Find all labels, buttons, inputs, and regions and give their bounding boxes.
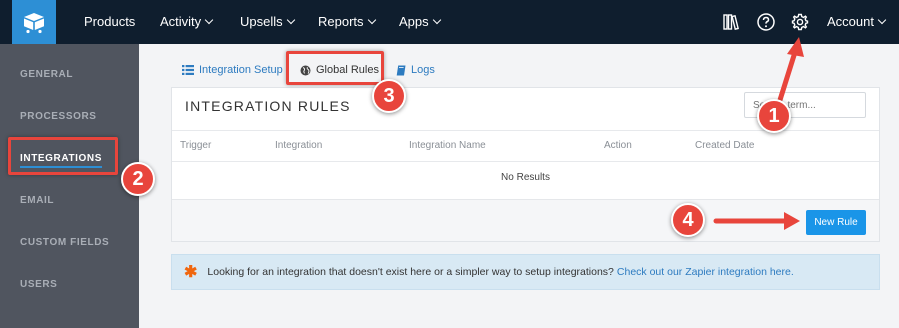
gear-icon[interactable]	[790, 12, 810, 32]
library-icon[interactable]	[722, 12, 742, 32]
help-icon[interactable]	[756, 12, 776, 32]
chevron-down-icon	[367, 15, 376, 25]
table-divider	[172, 161, 879, 162]
nav-apps[interactable]: Apps	[399, 0, 441, 44]
highlight-global-rules	[286, 51, 384, 85]
nav-reports[interactable]: Reports	[318, 0, 376, 44]
column-header-created-date[interactable]: Created Date	[695, 140, 754, 151]
column-header-trigger[interactable]: Trigger	[180, 140, 211, 151]
column-header-integration[interactable]: Integration	[275, 140, 322, 151]
chevron-down-icon	[286, 15, 295, 25]
zapier-info-banner: ✱ Looking for an integration that doesn'…	[171, 254, 880, 290]
annotation-badge-1: 1	[757, 99, 791, 133]
chevron-down-icon	[204, 15, 214, 25]
zapier-icon: ✱	[184, 264, 198, 281]
card-title: INTEGRATION RULES	[185, 98, 351, 114]
info-text: Looking for an integration that doesn't …	[207, 266, 614, 278]
box-logo-icon	[24, 13, 44, 34]
sidebar-item-processors[interactable]: PROCESSORS	[20, 111, 97, 122]
annotation-badge-4: 4	[671, 203, 705, 237]
chevron-down-icon	[432, 15, 441, 25]
new-rule-button[interactable]: New Rule	[806, 210, 866, 235]
empty-state-text: No Results	[501, 172, 550, 183]
app-logo[interactable]	[12, 0, 56, 44]
chevron-down-icon	[877, 15, 887, 25]
nav-activity[interactable]: Activity	[160, 0, 214, 44]
nav-upsells[interactable]: Upsells	[240, 0, 295, 44]
nav-products[interactable]: Products	[84, 0, 135, 44]
account-menu[interactable]: Account	[827, 0, 887, 44]
top-navigation-bar: Products Activity Upsells Reports Apps A…	[0, 0, 899, 44]
highlight-integrations	[8, 137, 118, 175]
sidebar-item-users[interactable]: USERS	[20, 279, 57, 290]
sidebar-item-custom-fields[interactable]: CUSTOM FIELDS	[20, 237, 109, 248]
sidebar-item-email[interactable]: EMAIL	[20, 195, 54, 206]
tab-logs[interactable]: Logs	[396, 64, 435, 76]
list-icon	[182, 65, 194, 75]
tab-integration-setup[interactable]: Integration Setup	[182, 64, 283, 76]
sidebar-item-general[interactable]: GENERAL	[20, 69, 73, 80]
book-icon	[396, 65, 406, 75]
annotation-badge-2: 2	[121, 162, 155, 196]
column-header-action[interactable]: Action	[604, 140, 632, 151]
card-footer: New Rule	[172, 199, 879, 241]
settings-sidebar: GENERAL PROCESSORS INTEGRATIONS EMAIL CU…	[0, 44, 139, 328]
zapier-link[interactable]: Check out our Zapier integration here.	[617, 266, 794, 278]
annotation-badge-3: 3	[372, 79, 406, 113]
column-header-integration-name[interactable]: Integration Name	[409, 140, 486, 151]
